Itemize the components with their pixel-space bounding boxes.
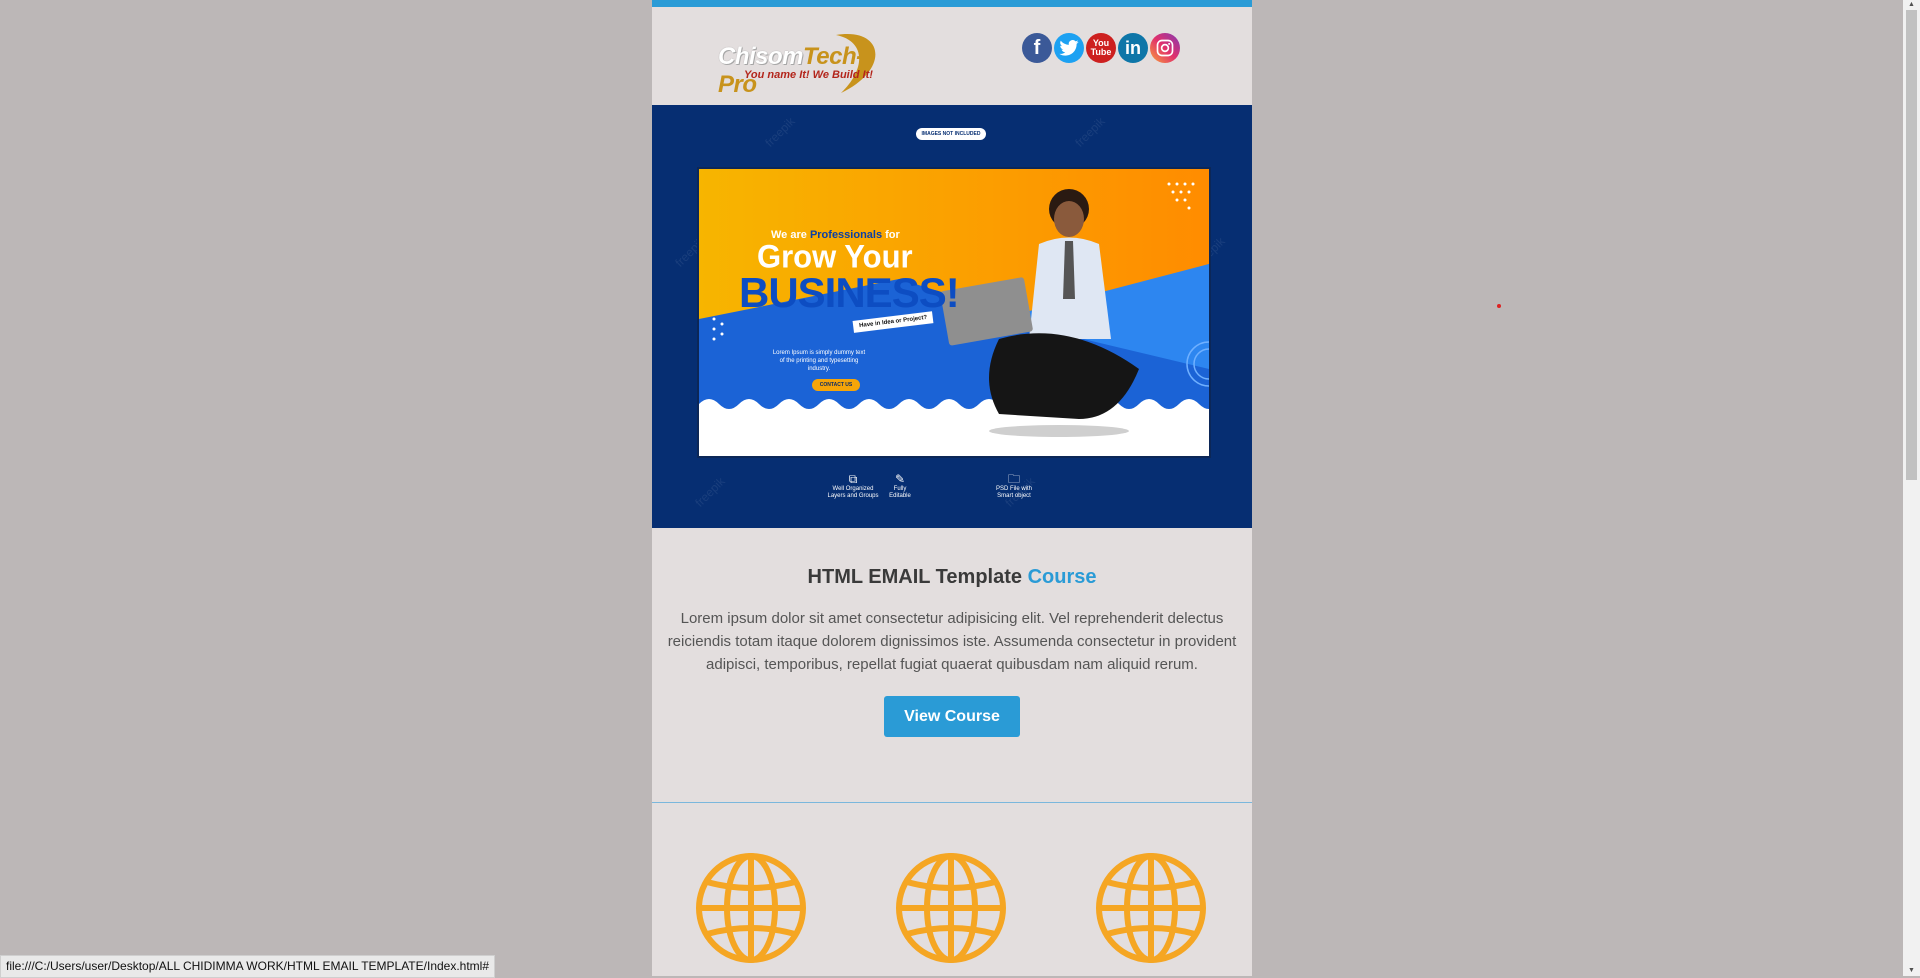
hero-features: ⧉ Well Organized Layers and Groups ✎ Ful… bbox=[652, 472, 1252, 512]
social-links: f You Tube in bbox=[1022, 33, 1180, 63]
youtube-icon[interactable]: You Tube bbox=[1086, 33, 1116, 63]
hero-section: freepik freepik freepik freepik freepik … bbox=[652, 105, 1252, 528]
hero-banner-image[interactable]: We are Professionals for Grow Your BUSIN… bbox=[697, 167, 1211, 458]
facebook-icon[interactable]: f bbox=[1022, 33, 1052, 63]
watermark: freepik bbox=[1072, 114, 1108, 150]
course-title: HTML EMAIL Template Course bbox=[807, 566, 1097, 588]
banner-description: Lorem Ipsum is simply dummy text of the … bbox=[772, 350, 866, 372]
feature-editable: ✎ Fully Editable bbox=[884, 472, 916, 500]
images-not-included-badge: IMAGES NOT INCLUDED bbox=[916, 128, 986, 140]
scrollbar-thumb[interactable] bbox=[1906, 10, 1917, 480]
brand-logo[interactable]: ChisomTech-Pro You name It! We Build It! bbox=[716, 29, 886, 98]
instagram-icon[interactable] bbox=[1150, 33, 1180, 63]
view-course-button[interactable]: View Course bbox=[884, 696, 1020, 737]
section-divider bbox=[652, 802, 1252, 803]
banner-contact-button[interactable]: CONTACT US bbox=[812, 379, 860, 391]
scroll-down-arrow-icon[interactable]: ▼ bbox=[1903, 966, 1920, 976]
layers-icon: ⧉ bbox=[848, 472, 858, 486]
globe-icon bbox=[896, 853, 1006, 963]
top-accent-bar bbox=[652, 0, 1252, 7]
watermark: freepik bbox=[762, 114, 798, 150]
banner-headline-2: BUSINESS! bbox=[739, 269, 960, 316]
feature-psd: 🗀 PSD File with Smart object bbox=[995, 472, 1032, 499]
course-section: HTML EMAIL Template Course Lorem ipsum d… bbox=[652, 528, 1252, 737]
twitter-icon[interactable] bbox=[1054, 33, 1084, 63]
globe-icon bbox=[696, 853, 806, 963]
email-container: ChisomTech-Pro You name It! We Build It!… bbox=[652, 0, 1252, 976]
cursor-dot bbox=[1497, 304, 1501, 308]
globe-icon bbox=[1096, 853, 1206, 963]
logo-tagline: You name It! We Build It! bbox=[744, 69, 873, 81]
linkedin-icon[interactable]: in bbox=[1118, 33, 1148, 63]
edit-icon: ✎ bbox=[894, 472, 906, 486]
browser-status-bar: file:///C:/Users/user/Desktop/ALL CHIDIM… bbox=[0, 955, 496, 978]
scroll-up-arrow-icon[interactable]: ▲ bbox=[1903, 0, 1920, 10]
email-header: ChisomTech-Pro You name It! We Build It!… bbox=[652, 7, 1252, 105]
page-scrollbar[interactable]: ▲ ▼ bbox=[1903, 0, 1920, 976]
course-description: Lorem ipsum dolor sit amet consectetur a… bbox=[667, 610, 1237, 673]
folder-icon: 🗀 bbox=[1007, 472, 1020, 486]
feature-layers: ⧉ Well Organized Layers and Groups bbox=[827, 472, 879, 499]
